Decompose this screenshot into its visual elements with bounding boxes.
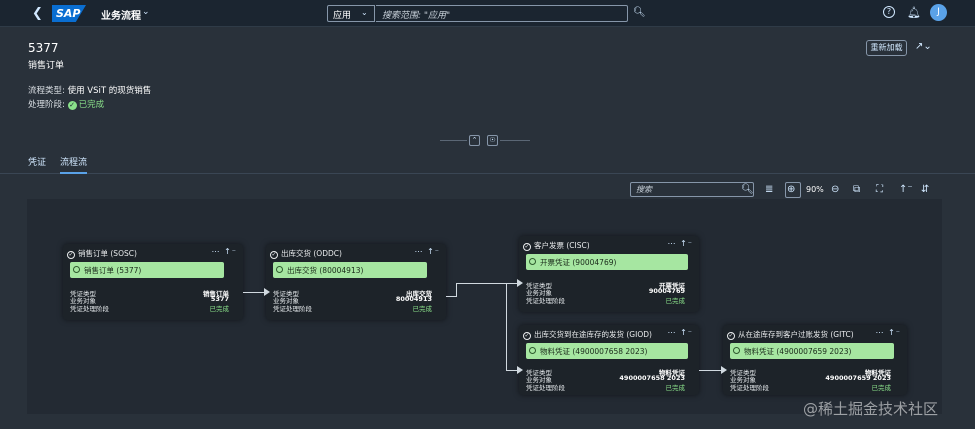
watermark: @稀土掘金技术社区: [803, 400, 939, 418]
status-circle-icon: [276, 266, 283, 273]
tab-documents[interactable]: 凭证: [28, 155, 46, 168]
shell-bar: ❮ SAP 业务流程 ⌄ 应用 ⌄ 搜索范围: "应用" 🔍︎ ? 🔔︎ J: [0, 0, 975, 27]
flow-node-sosc[interactable]: ✓ 销售订单 (SOSC) ⋯ ↑⁻ 销售订单 (5377) 凭证类型 销售订单 …: [63, 244, 243, 320]
attr-label: 处理阶段:: [28, 100, 65, 110]
check-circle-icon: ✓: [523, 332, 531, 340]
connector-line: [446, 296, 456, 297]
check-circle-icon: ✓: [727, 332, 735, 340]
connector-line: [699, 370, 722, 371]
row-value: 已完成: [665, 297, 686, 305]
collapse-all-icon[interactable]: ↑⁻: [899, 184, 913, 195]
connector-arrow: [517, 366, 523, 374]
attr-value: 已完成: [78, 100, 105, 110]
flow-search-input[interactable]: 搜索: [630, 182, 754, 197]
node-header: ✓ 客户发票 (CISC): [523, 241, 590, 251]
row-value: 4900007658 2023: [619, 374, 685, 382]
node-document[interactable]: 销售订单 (5377): [70, 262, 224, 278]
node-document[interactable]: 物料凭证 (4900007658 2023): [526, 343, 688, 359]
attr-value: 使用 VSiT 的现货销售: [67, 86, 152, 96]
row-value: 已完成: [412, 305, 433, 313]
help-icon[interactable]: ?: [883, 6, 895, 18]
flow-node-giod[interactable]: ✓ 出库交货到在途库存的发货 (GIOD) ⋯ ↑⁻ 物料凭证 (49000076…: [519, 325, 699, 395]
node-header: ✓ 出库交货到在途库存的发货 (GIOD): [523, 330, 652, 340]
search-icon[interactable]: 🔍︎: [633, 7, 646, 18]
node-menu-icons[interactable]: ⋯ ↑⁻: [668, 328, 693, 337]
processing-stage-attr: 处理阶段: ✓ 已完成: [28, 98, 104, 110]
search-icon[interactable]: 🔍︎: [741, 184, 754, 195]
connector-arrow: [264, 288, 270, 296]
object-id: 5377: [28, 41, 59, 55]
zoom-in-icon[interactable]: ⊕: [787, 184, 795, 195]
search-scope-select[interactable]: 应用: [327, 5, 375, 22]
search-input[interactable]: 搜索范围: "应用": [376, 5, 628, 22]
node-document[interactable]: 出库交货 (80004913): [273, 262, 427, 278]
collapse-header-button[interactable]: ⌃: [469, 135, 480, 146]
node-menu-icons[interactable]: ⋯ ↑⁻: [876, 328, 901, 337]
row-label: 凭证处理阶段: [526, 384, 565, 392]
divider: [440, 140, 467, 141]
connector-arrow: [721, 366, 727, 374]
object-header: 5377 销售订单 重新加载 ↗⌄ 流程类型: 使用 VSiT 的现货销售 处理…: [0, 27, 975, 147]
check-circle-icon: ✓: [67, 251, 75, 259]
sap-logo[interactable]: SAP: [52, 5, 86, 22]
check-circle-icon: ✓: [523, 243, 531, 251]
node-document[interactable]: 物料凭证 (4900007659 2023): [730, 343, 894, 359]
zoom-out-icon[interactable]: ⊖: [831, 184, 839, 195]
node-menu-icons[interactable]: ⋯ ↑⁻: [668, 239, 693, 248]
fit-to-screen-icon[interactable]: ⧉: [853, 184, 860, 195]
chevron-down-icon[interactable]: ⌄: [361, 8, 368, 17]
attr-label: 流程类型:: [28, 86, 65, 96]
connector-line: [456, 283, 518, 284]
notification-bell-icon[interactable]: 🔔︎: [907, 6, 921, 19]
row-label: 凭证处理阶段: [273, 305, 312, 313]
row-label: 凭证处理阶段: [526, 297, 565, 305]
app-title[interactable]: 业务流程: [101, 7, 141, 22]
node-document[interactable]: 开票凭证 (90004769): [526, 254, 688, 270]
flow-node-gitc[interactable]: ✓ 从在途库存到客户过账发货 (GITC) ⋯ ↑⁻ 物料凭证 (49000076…: [723, 325, 907, 395]
tab-process-flow[interactable]: 流程流: [60, 155, 88, 174]
flow-node-cisc[interactable]: ✓ 客户发票 (CISC) ⋯ ↑⁻ 开票凭证 (90004769) 凭证类型 开…: [519, 236, 699, 312]
connector-line: [243, 292, 265, 293]
row-value: 4900007659 2023: [825, 374, 891, 382]
sort-icon[interactable]: ⇵: [921, 184, 929, 195]
legend-icon[interactable]: ≣: [765, 184, 773, 195]
divider: [500, 140, 530, 141]
reload-button[interactable]: 重新加载: [866, 40, 907, 56]
tab-bar: 凭证 流程流: [0, 150, 975, 174]
user-avatar[interactable]: J: [930, 4, 947, 21]
zoom-level: 90%: [806, 185, 824, 194]
row-value: 90004769: [648, 287, 685, 295]
status-circle-icon: [529, 258, 536, 265]
node-menu-icons[interactable]: ⋯ ↑⁻: [212, 247, 237, 256]
row-label: 凭证处理阶段: [70, 305, 109, 313]
row-value: 80004913: [395, 295, 432, 303]
row-value: 已完成: [665, 384, 686, 392]
back-icon[interactable]: ❮: [32, 6, 43, 21]
status-circle-icon: [73, 266, 80, 273]
flow-node-oddc[interactable]: ✓ 出库交货 (ODDC) ⋯ ↑⁻ 出库交货 (80004913) 凭证类型 出…: [266, 244, 446, 320]
row-value: 5377: [210, 295, 229, 303]
status-circle-icon: [529, 347, 536, 354]
row-value: 已完成: [209, 305, 230, 313]
connector-arrow: [517, 279, 523, 287]
status-circle-icon: [733, 347, 740, 354]
connector-line: [456, 283, 457, 297]
object-type: 销售订单: [28, 61, 65, 71]
row-value: 已完成: [871, 384, 892, 392]
node-header: ✓ 从在途库存到客户过账发货 (GITC): [727, 330, 854, 340]
pin-header-button[interactable]: ☉: [487, 135, 498, 146]
chevron-down-icon[interactable]: ⌄: [142, 7, 150, 17]
share-icon[interactable]: ↗⌄: [915, 41, 932, 52]
fullscreen-icon[interactable]: ⛶: [876, 184, 883, 195]
row-label: 凭证处理阶段: [730, 384, 769, 392]
success-check-icon: ✓: [67, 101, 77, 110]
check-circle-icon: ✓: [270, 251, 278, 259]
node-menu-icons[interactable]: ⋯ ↑⁻: [415, 247, 440, 256]
node-header: ✓ 销售订单 (SOSC): [67, 249, 137, 259]
connector-line: [506, 283, 507, 371]
process-type-attr: 流程类型: 使用 VSiT 的现货销售: [28, 84, 151, 96]
node-header: ✓ 出库交货 (ODDC): [270, 249, 342, 259]
